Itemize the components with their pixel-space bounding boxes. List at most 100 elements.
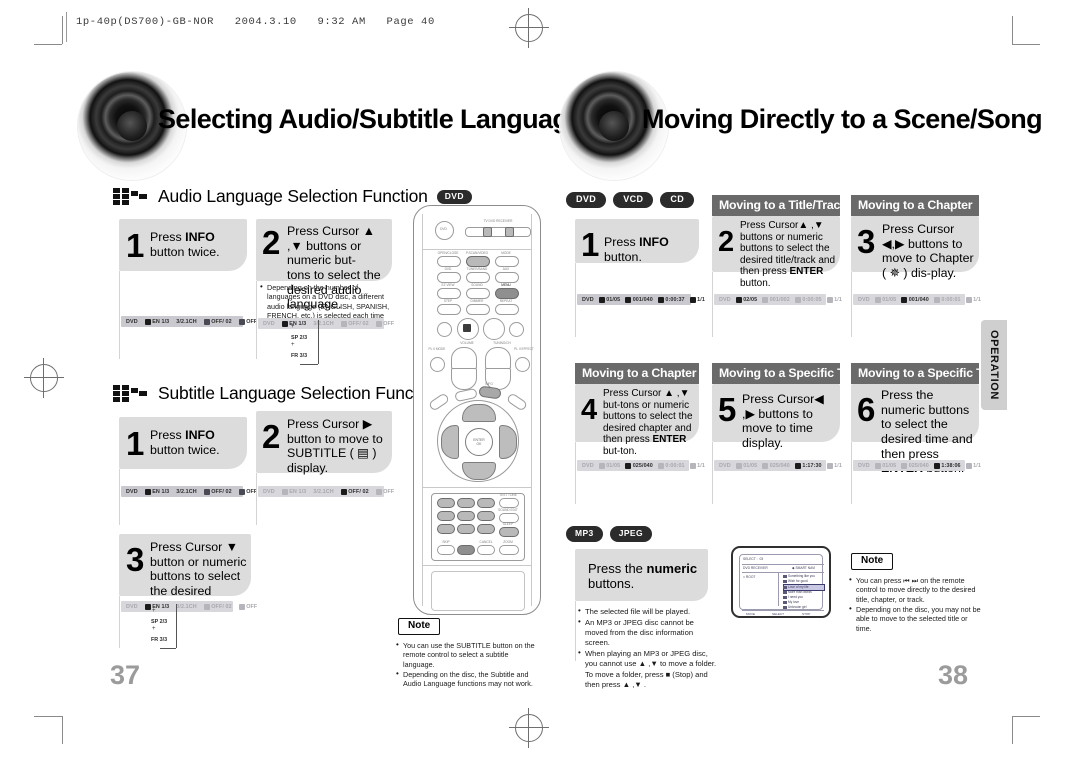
skip-button <box>437 545 455 555</box>
osd-title: 01/05 <box>874 462 897 469</box>
osd-audio-format: 3/2.1CH <box>176 603 197 610</box>
osd-disc-type: DVD <box>263 488 275 495</box>
pl2-effect-button <box>515 357 530 372</box>
step-number-right-2: 2 <box>718 226 735 258</box>
open-close-label: OPEN/CLOSE <box>437 251 459 255</box>
osd-subtitle: OFF/ 02 <box>340 320 369 327</box>
osd-audio-lang: EN 1/3 <box>144 488 170 495</box>
dvd-button <box>437 272 461 283</box>
panel-divider-1 <box>119 271 120 359</box>
note-bullet-item: You can press ⏮ ⏭ on the remote control … <box>849 575 985 604</box>
remote-control-illustration: DVD TV DVD RECEIVER OPEN/CLOSE P.SCAN/VI… <box>413 205 541 615</box>
plus-sign: + <box>152 608 156 614</box>
mp3-bullet-item: The selected file will be played. <box>578 606 718 617</box>
screen-select-label: SELECT : 03 <box>743 557 764 561</box>
screen-key-stop: STOP <box>802 612 811 616</box>
registration-mark-top <box>509 8 549 48</box>
osd-audio: 1/1 <box>689 296 705 303</box>
osd-audio: 1/1 <box>689 462 705 469</box>
step-label: STEP <box>443 299 453 303</box>
right-page-title: Moving Directly to a Scene/Song <box>642 104 1043 134</box>
dvd-label: DVD <box>444 267 452 271</box>
number-key-6 <box>477 511 495 521</box>
ezview-label: EZ VIEW <box>441 283 455 287</box>
crop-mark-tr-h <box>1012 44 1040 45</box>
step-button <box>437 304 461 315</box>
pscan-label: P.SCAN/VIDEO <box>465 251 489 255</box>
disc-pill-dvd: DVD <box>566 192 607 208</box>
volume-down-button <box>451 368 477 390</box>
plus-sign: + <box>152 626 156 632</box>
osd-subtitle: OFF/ 02 <box>203 603 232 610</box>
number-key-2 <box>457 498 475 508</box>
mode-label: MODE <box>501 251 511 255</box>
osd-repeat: OFF <box>238 603 258 610</box>
slider-knob-1 <box>483 227 492 237</box>
osd-time: 1:17:30 <box>794 462 822 469</box>
osd-time: 0:00:05 <box>794 296 822 303</box>
osd-disc-type: DVD <box>719 296 731 303</box>
mp3-bullets: The selected file will be played. An MP3… <box>578 606 718 691</box>
panel-divider-r3 <box>851 272 852 337</box>
osd-title: 01/05 <box>735 462 758 469</box>
osd-audio: 1/1 <box>965 462 981 469</box>
section-heading-audio-language: Audio Language Selection Function DVD <box>113 186 472 207</box>
note-tag-right: Note <box>851 553 894 570</box>
pscan-button <box>466 256 490 267</box>
osd-audio-format: 3/2.1CH <box>176 488 197 495</box>
step-text-right-5: Press Cursor◀ ,▶ buttons to move to time… <box>742 392 824 450</box>
operation-side-tab: OPERATION <box>981 320 1007 410</box>
osd-audio-lang: EN 1/3 <box>281 488 307 495</box>
mp3-bullet-item: An MP3 or JPEG disc cannot be moved from… <box>578 617 718 648</box>
osd-chapter: 001/002 <box>762 296 790 303</box>
remote-bottom-plate <box>431 571 525 611</box>
number-key-4 <box>437 511 455 521</box>
left-page-title: Selecting Audio/Subtitle Language <box>158 104 583 134</box>
osd-bar-audio-step2: DVD EN 1/3 3/2.1CH OFF/ 02 OFF <box>258 318 394 329</box>
dimmer-label: DIMMER <box>470 299 484 303</box>
number-key-7 <box>437 524 455 534</box>
step-number-right-3: 3 <box>857 223 876 260</box>
crop-mark-bl-v <box>62 716 63 744</box>
osd-bar-right-1: DVD 01/05 001/040 0:00:37 1/1 <box>577 294 705 305</box>
osd-disc-type: DVD <box>126 603 138 610</box>
number-key-1 <box>437 498 455 508</box>
step-number-subtitle-2: 2 <box>262 418 281 455</box>
panel-divider-r4 <box>575 442 576 504</box>
sleep-button <box>499 527 519 537</box>
slider-knob-2 <box>505 227 514 237</box>
osd-chapter: 001/040 <box>901 296 929 303</box>
step-text-right-1: Press INFO button. <box>604 235 669 264</box>
panel-divider-2 <box>256 281 257 359</box>
remote-section-divider-1 <box>422 249 532 250</box>
subtitle-button <box>437 288 461 299</box>
disc-pill-row: DVD VCD CD <box>566 192 695 208</box>
step-number-right-5: 5 <box>718 391 737 428</box>
keypad-extra-label-4: CANCEL <box>479 540 493 544</box>
keypad-extra-label-2: SOUND EDIT <box>498 508 518 512</box>
keypad-extra-label-1: TEST TONE <box>499 493 517 497</box>
callout-line <box>318 320 320 364</box>
registration-mark-bottom <box>509 708 549 748</box>
keypad-extra-label-3: SLEEP <box>502 522 514 526</box>
screen-track-2: Wish for good <box>783 579 808 583</box>
osd-audio-lang: EN 1/3 <box>144 603 170 610</box>
osd-audio: 1/1 <box>826 296 842 303</box>
osd-title: 01/05 <box>598 462 621 469</box>
disc-pill-cd: CD <box>660 192 695 208</box>
screen-rule-mid <box>742 572 824 573</box>
callout-line <box>176 604 178 648</box>
repeat-label: REPEAT <box>499 299 513 303</box>
menu-label: MENU <box>501 283 511 287</box>
keypad-extra-label-5: SKIP <box>442 540 450 544</box>
enter-sub-label: OK <box>476 442 482 446</box>
repeat-button <box>495 304 519 315</box>
sound-label: SOUND <box>471 283 483 287</box>
crop-mark-bl-h <box>34 716 62 717</box>
step-text-subtitle-2: Press Cursor ▶ button to move to SUBTITLE … <box>287 417 383 475</box>
cursor-left-button <box>441 425 459 459</box>
osd-chapter: 025/040 <box>625 462 653 469</box>
note-bullet-item: Depending on the disc, the Subtitle and … <box>396 669 536 689</box>
registration-mark-left <box>24 358 64 398</box>
heading-moving-chapter-top: Moving to a Chapter <box>851 195 979 216</box>
